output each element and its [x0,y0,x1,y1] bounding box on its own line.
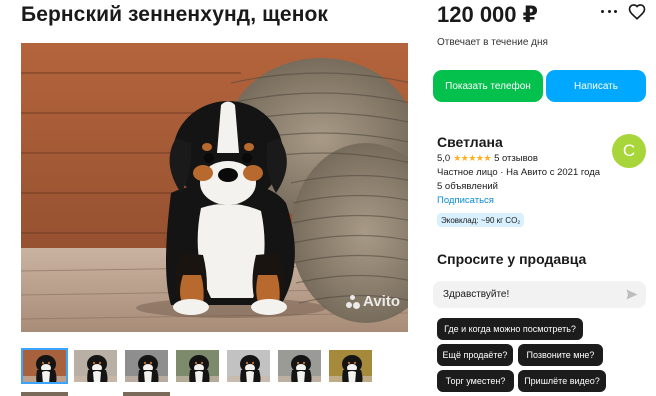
more-options-icon[interactable] [601,10,617,14]
thumbnail-image [125,350,168,382]
watermark-text: Avito [363,293,400,310]
seller-name[interactable]: Светлана [437,134,503,150]
listing-title: Бернский зенненхунд, щенок [21,3,329,26]
thumbnail[interactable] [123,348,170,384]
thumbnail-image [23,350,66,382]
quick-question-chip[interactable]: Ещё продаёте? [437,344,513,366]
show-phone-button[interactable]: Показать телефон [433,70,543,102]
thumbnail-partial[interactable] [123,392,170,396]
quick-question-chip[interactable]: Позвоните мне? [518,344,603,366]
write-message-button[interactable]: Написать [546,70,646,102]
message-input-value: Здравствуйте! [443,289,510,300]
thumbnail[interactable] [327,348,374,384]
avito-watermark: Avito [346,293,400,310]
thumbnail-strip-row2 [21,392,170,396]
thumbnail-image [74,350,117,382]
response-time: Отвечает в течение дня [437,37,548,48]
price: 120 000 ₽ [437,2,538,27]
subscribe-link[interactable]: Подписаться [437,195,494,206]
ask-seller-heading: Спросите у продавца [437,251,587,267]
seller-rating[interactable]: 5,0 ★★★★★ 5 отзывов [437,153,538,164]
favorite-heart-icon[interactable] [628,3,646,21]
seller-type: Частное лицо · На Авито с 2021 года [437,167,601,178]
seller-listings-count[interactable]: 5 объявлений [437,181,498,192]
seller-avatar[interactable]: С [612,134,646,168]
main-photo[interactable]: Avito [21,43,408,332]
thumbnail[interactable] [21,348,68,384]
thumbnail-image [329,350,372,382]
thumbnail-strip [21,348,374,384]
thumbnail[interactable] [72,348,119,384]
eco-contribution-badge: Эковклад: ~90 кг CO₂ [437,213,525,227]
quick-question-chip[interactable]: Где и когда можно посмотреть? [437,318,583,340]
thumbnail-partial[interactable] [21,392,68,396]
reviews-count[interactable]: 5 отзывов [494,153,538,164]
thumbnail[interactable] [225,348,272,384]
message-input[interactable]: Здравствуйте! [433,281,646,308]
thumbnail-image [278,350,321,382]
thumbnail[interactable] [276,348,323,384]
avito-logo-icon [346,294,361,309]
quick-question-chip[interactable]: Пришлёте видео? [518,370,606,392]
rating-stars-icon: ★★★★★ [453,153,492,163]
puppy-photo-illustration [21,43,408,332]
rating-value: 5,0 [437,153,451,164]
thumbnail-image [176,350,219,382]
quick-question-chip[interactable]: Торг уместен? [437,370,514,392]
thumbnail[interactable] [174,348,221,384]
thumbnail-image [227,350,270,382]
send-icon[interactable] [626,289,638,300]
